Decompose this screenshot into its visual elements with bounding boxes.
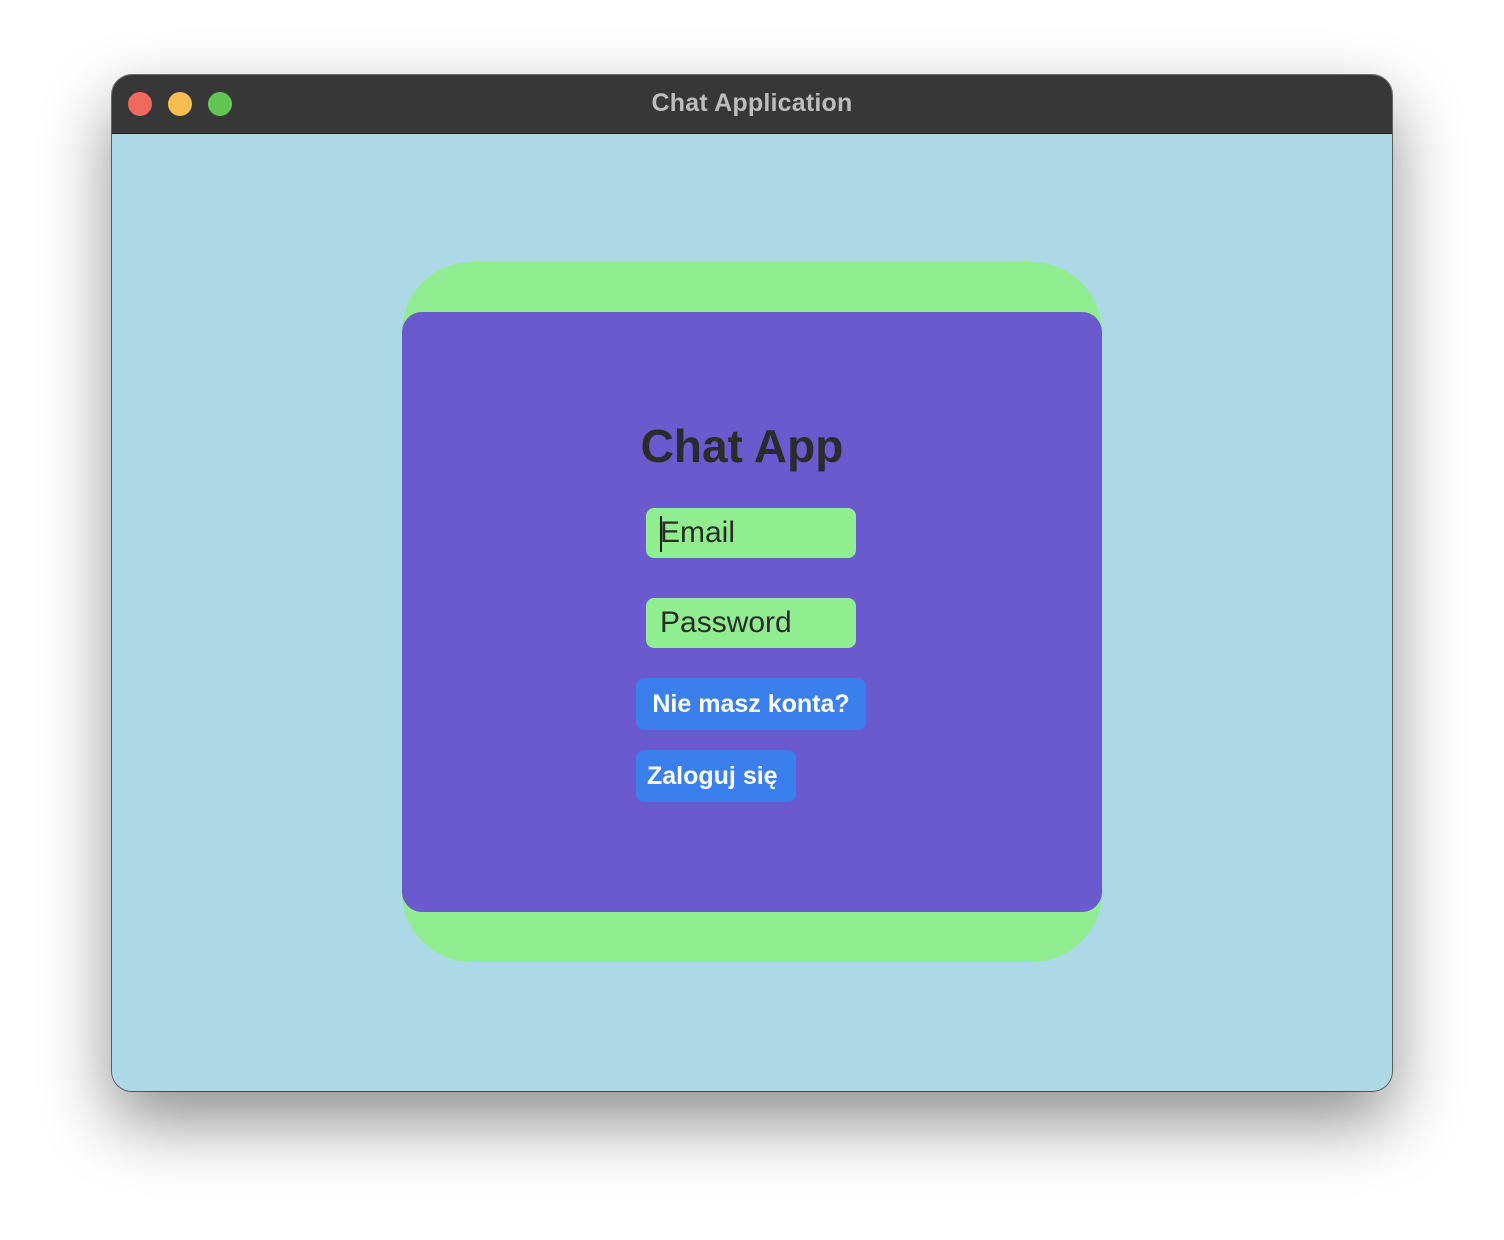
window-title: Chat Application — [651, 89, 853, 117]
app-title: Chat App — [640, 420, 844, 472]
text-cursor — [660, 516, 662, 552]
app-window: Chat Application Chat App Nie masz konta… — [112, 75, 1392, 1091]
email-field[interactable] — [646, 508, 856, 558]
login-button[interactable]: Zaloguj się — [636, 750, 796, 802]
password-field[interactable] — [646, 598, 856, 648]
main-content: Chat App Nie masz konta? Zaloguj się — [112, 134, 1392, 1091]
title-bar[interactable]: Chat Application — [112, 75, 1392, 134]
register-button[interactable]: Nie masz konta? — [636, 678, 866, 730]
